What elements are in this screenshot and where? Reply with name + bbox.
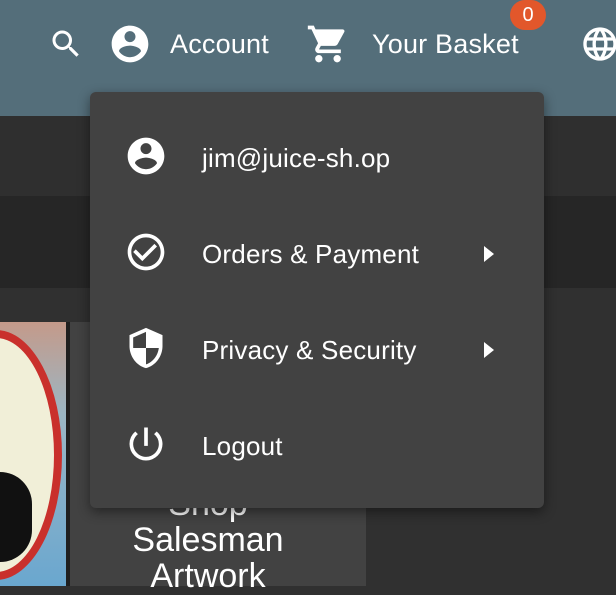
submenu-arrow-icon: [484, 342, 494, 358]
check-circle-icon: [127, 233, 165, 271]
globe-icon: [583, 27, 616, 61]
account-circle-icon: [111, 25, 149, 63]
product-title-line-3: Artwork: [150, 557, 266, 595]
account-circle-icon: [127, 137, 165, 175]
menu-item-label: Logout: [202, 430, 283, 461]
menu-item-orders-payment[interactable]: Orders & Payment: [90, 206, 544, 302]
basket-count-badge: 0: [510, 0, 546, 30]
cart-icon: [307, 25, 345, 63]
submenu-arrow-icon: [484, 246, 494, 262]
language-button[interactable]: [580, 22, 616, 66]
menu-item-label: Orders & Payment: [202, 238, 420, 269]
menu-item-label: Privacy & Security: [202, 334, 417, 365]
shield-icon: [129, 327, 163, 369]
search-icon: [52, 30, 79, 57]
menu-item-user-email[interactable]: jim@juice-sh.op: [90, 110, 544, 206]
search-button[interactable]: [44, 24, 88, 64]
menu-item-label: jim@juice-sh.op: [202, 142, 391, 173]
product-title-line-2: Salesman: [132, 521, 284, 559]
power-icon: [129, 427, 163, 461]
account-button[interactable]: Account: [108, 20, 269, 68]
menu-item-privacy-security[interactable]: Privacy & Security: [90, 302, 544, 398]
basket-label: Your Basket: [372, 28, 519, 59]
product-image[interactable]: [0, 322, 66, 586]
menu-item-logout[interactable]: Logout: [90, 398, 544, 494]
account-menu: jim@juice-sh.op Orders & Payment Privacy…: [90, 92, 544, 508]
basket-button[interactable]: Your Basket: [306, 20, 519, 68]
account-label: Account: [170, 28, 269, 59]
